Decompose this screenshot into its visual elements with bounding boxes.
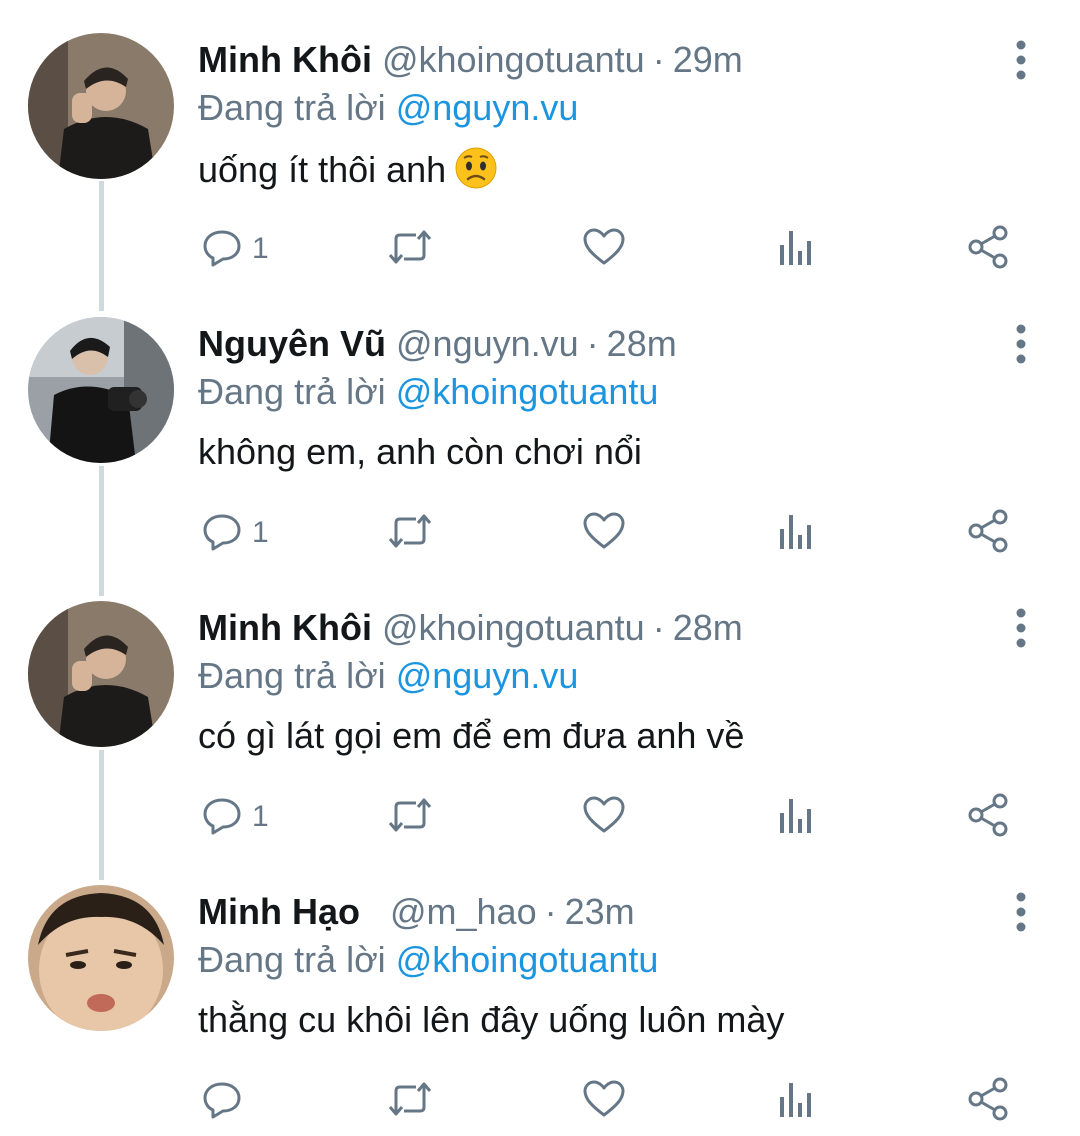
retweet-button[interactable]	[386, 1074, 434, 1128]
more-options-icon[interactable]	[1005, 892, 1037, 932]
reply-context: Đang trả lời @nguyn.vu	[198, 86, 578, 130]
more-options-icon[interactable]	[1005, 608, 1037, 648]
tweet-text: có gì lát gọi em để em đưa anh về	[198, 715, 745, 756]
timestamp[interactable]: 23m	[565, 891, 635, 932]
reply-button[interactable]: 1	[202, 222, 269, 276]
retweet-icon	[386, 1079, 434, 1124]
analytics-icon	[778, 511, 814, 556]
author-handle[interactable]: @khoingotuantu	[382, 39, 645, 80]
timestamp[interactable]: 28m	[673, 607, 743, 648]
author-handle[interactable]: @khoingotuantu	[382, 607, 645, 648]
share-button[interactable]	[968, 222, 1010, 276]
analytics-button[interactable]	[778, 1074, 814, 1128]
author-name[interactable]: Minh Hạo	[198, 891, 360, 932]
share-button[interactable]	[968, 790, 1010, 844]
like-button[interactable]	[582, 506, 626, 560]
like-button[interactable]	[582, 1074, 626, 1128]
action-bar: 1	[198, 222, 1028, 276]
avatar[interactable]	[28, 317, 174, 463]
retweet-button[interactable]	[386, 222, 434, 276]
avatar[interactable]	[28, 33, 174, 179]
like-button[interactable]	[582, 222, 626, 276]
reply-prefix: Đang trả lời	[198, 371, 386, 412]
tweet[interactable]: Minh Hạo @m_hao · 23m Đang trả lời @khoingo…	[0, 852, 1080, 1136]
tweet-text: thằng cu khôi lên đây uống luôn mày	[198, 999, 785, 1040]
timestamp[interactable]: 29m	[673, 39, 743, 80]
tweet-text: uống ít thôi anh	[198, 146, 498, 200]
author-name[interactable]: Minh Khôi	[198, 607, 372, 648]
reply-mention[interactable]: @nguyn.vu	[396, 655, 579, 696]
retweet-icon	[386, 227, 434, 272]
separator-dot: ·	[544, 891, 557, 932]
author-handle[interactable]: @nguyn.vu	[396, 323, 579, 364]
more-options-icon[interactable]	[1005, 40, 1037, 80]
reply-count: 1	[252, 800, 269, 833]
reply-count: 1	[252, 516, 269, 549]
reply-icon	[202, 227, 242, 272]
reply-button[interactable]: 1	[202, 506, 269, 560]
reply-context: Đang trả lời @khoingotuantu	[198, 938, 658, 982]
tweet-text-content: uống ít thôi anh	[198, 149, 447, 190]
retweet-icon	[386, 795, 434, 840]
share-icon	[968, 509, 1010, 558]
share-icon	[968, 793, 1010, 842]
separator-dot: ·	[586, 323, 599, 364]
analytics-icon	[778, 795, 814, 840]
reply-button[interactable]	[202, 1074, 252, 1128]
like-button[interactable]	[582, 790, 626, 844]
analytics-button[interactable]	[778, 506, 814, 560]
heart-icon	[582, 795, 626, 840]
action-bar	[198, 1074, 1028, 1128]
reply-icon	[202, 511, 242, 556]
share-button[interactable]	[968, 1074, 1010, 1128]
analytics-button[interactable]	[778, 790, 814, 844]
author-name[interactable]: Nguyên Vũ	[198, 323, 386, 364]
action-bar: 1	[198, 790, 1028, 844]
heart-icon	[582, 511, 626, 556]
action-bar: 1	[198, 506, 1028, 560]
reply-mention[interactable]: @khoingotuantu	[396, 939, 659, 980]
share-icon	[968, 1077, 1010, 1126]
reply-button[interactable]: 1	[202, 790, 269, 844]
reply-prefix: Đang trả lời	[198, 939, 386, 980]
reply-mention[interactable]: @khoingotuantu	[396, 371, 659, 412]
reply-context: Đang trả lời @khoingotuantu	[198, 370, 658, 414]
reply-context: Đang trả lời @nguyn.vu	[198, 654, 578, 698]
timestamp[interactable]: 28m	[607, 323, 677, 364]
retweet-icon	[386, 511, 434, 556]
analytics-button[interactable]	[778, 222, 814, 276]
heart-icon	[582, 1079, 626, 1124]
retweet-button[interactable]	[386, 790, 434, 844]
retweet-button[interactable]	[386, 506, 434, 560]
reply-icon	[202, 795, 242, 840]
worried-face-emoji-icon	[454, 146, 498, 200]
analytics-icon	[778, 227, 814, 272]
reply-count: 1	[252, 232, 269, 265]
heart-icon	[582, 227, 626, 272]
share-icon	[968, 225, 1010, 274]
separator-dot: ·	[652, 39, 665, 80]
share-button[interactable]	[968, 506, 1010, 560]
avatar[interactable]	[28, 885, 174, 1031]
reply-mention[interactable]: @nguyn.vu	[396, 87, 579, 128]
separator-dot: ·	[652, 607, 665, 648]
reply-prefix: Đang trả lời	[198, 87, 386, 128]
tweet-text: không em, anh còn chơi nổi	[198, 431, 642, 472]
tweet[interactable]: Minh Khôi @khoingotuantu · 29m Đang trả lời…	[0, 0, 1080, 284]
author-handle[interactable]: @m_hao	[390, 891, 537, 932]
tweet[interactable]: Minh Khôi @khoingotuantu · 28m Đang trả lời…	[0, 568, 1080, 852]
more-options-icon[interactable]	[1005, 324, 1037, 364]
avatar[interactable]	[28, 601, 174, 747]
author-name[interactable]: Minh Khôi	[198, 39, 372, 80]
tweet[interactable]: Nguyên Vũ @nguyn.vu · 28m Đang trả lời @kho…	[0, 284, 1080, 568]
reply-prefix: Đang trả lời	[198, 655, 386, 696]
reply-icon	[202, 1079, 242, 1124]
analytics-icon	[778, 1079, 814, 1124]
